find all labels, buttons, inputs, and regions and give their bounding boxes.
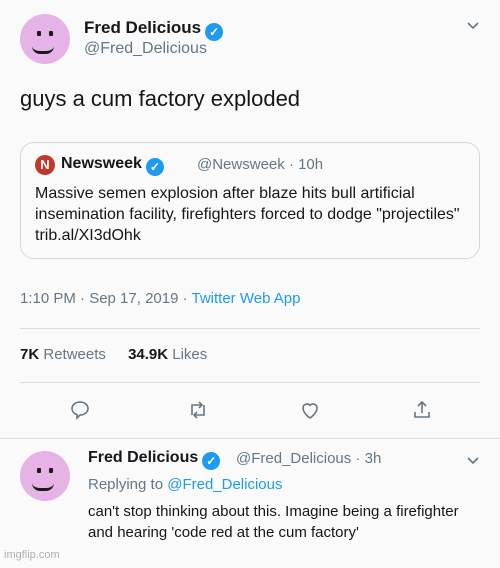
share-icon[interactable]: [410, 398, 434, 422]
action-bar: [0, 398, 500, 422]
engagement-stats: 7K Retweets 34.9K Likes: [20, 346, 207, 363]
chevron-down-icon[interactable]: [466, 18, 480, 34]
divider: [20, 328, 480, 329]
quoted-source-handle: @Newsweek · 10h: [197, 156, 324, 173]
tweet-metadata: 1:10 PM · Sep 17, 2019 · Twitter Web App: [20, 290, 300, 307]
verified-badge-icon: ✓: [145, 158, 164, 176]
reply-text: can't stop thinking about this. Imagine …: [88, 503, 459, 541]
retweet-icon[interactable]: [186, 398, 210, 422]
watermark: imgflip.com: [4, 549, 60, 561]
screenshot: Fred Delicious ✓ @Fred_Delicious guys a c…: [0, 0, 500, 568]
reply-tweet[interactable]: Fred Delicious ✓ @Fred_Delicious · 3h Rep…: [0, 439, 500, 568]
verified-badge-icon: ✓: [205, 23, 224, 41]
author-handle[interactable]: @Fred_Delicious: [84, 40, 207, 58]
likes-stat[interactable]: 34.9K Likes: [128, 346, 207, 363]
quoted-tweet[interactable]: N Newsweek ✓ @Newsweek · 10h Massive seme…: [20, 142, 480, 259]
like-icon[interactable]: [298, 398, 322, 422]
replying-to: Replying to @Fred_Delicious: [88, 476, 283, 493]
tweet-timestamp[interactable]: 1:10 PM · Sep 17, 2019 ·: [20, 290, 192, 307]
author-avatar[interactable]: [20, 14, 70, 64]
reply-author-avatar[interactable]: [20, 451, 70, 501]
quoted-source-name: Newsweek ✓: [61, 155, 164, 176]
reply-author-handle[interactable]: @Fred_Delicious · 3h: [236, 450, 381, 467]
reply-author-name[interactable]: Fred Delicious ✓: [88, 449, 221, 470]
main-tweet[interactable]: Fred Delicious ✓ @Fred_Delicious guys a c…: [0, 0, 500, 439]
newsweek-logo-icon: N: [35, 155, 55, 175]
divider: [20, 382, 480, 383]
quoted-tweet-text: Massive semen explosion after blaze hits…: [35, 185, 460, 244]
tweet-client-link[interactable]: Twitter Web App: [192, 290, 301, 307]
reply-icon[interactable]: [68, 398, 92, 422]
retweets-stat[interactable]: 7K Retweets: [20, 346, 106, 363]
tweet-text: guys a cum factory exploded: [20, 86, 301, 111]
verified-badge-icon: ✓: [202, 452, 221, 470]
author-name[interactable]: Fred Delicious ✓: [84, 18, 224, 41]
chevron-down-icon[interactable]: [466, 453, 480, 469]
